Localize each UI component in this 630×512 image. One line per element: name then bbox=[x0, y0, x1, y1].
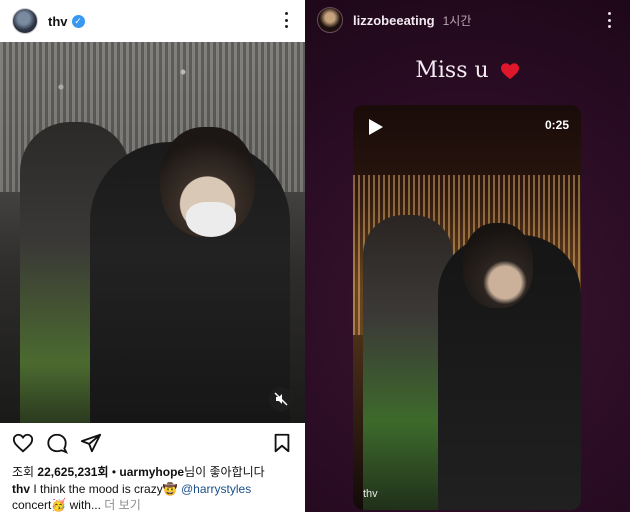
verified-icon: ✓ bbox=[71, 14, 85, 28]
caption-text: I think the mood is crazy🤠 bbox=[30, 482, 181, 496]
likes-line: 조회 22,625,231회 • uarmyhope님이 좋아합니다 bbox=[12, 463, 265, 480]
caption: thv I think the mood is crazy🤠 @harrysty… bbox=[12, 481, 302, 512]
likes-suffix: 님이 좋아합니다 bbox=[184, 465, 265, 479]
story-timestamp: 1시간 bbox=[442, 13, 472, 28]
share-icon[interactable] bbox=[80, 432, 102, 454]
views-prefix: 조회 bbox=[12, 465, 38, 479]
caption-more-link[interactable]: 더 보기 bbox=[101, 498, 140, 512]
comment-icon[interactable] bbox=[46, 432, 68, 454]
story-username[interactable]: lizzobeeating bbox=[353, 13, 435, 28]
avatar[interactable] bbox=[12, 8, 38, 34]
post-actions bbox=[0, 423, 305, 461]
more-icon[interactable] bbox=[279, 10, 293, 30]
caption-text-2: concert🥳 with... bbox=[12, 498, 101, 512]
person-head bbox=[463, 223, 533, 308]
post-video[interactable] bbox=[0, 42, 305, 423]
screenshot-composite: thv ✓ 조회 22,625,231회 • uarmyhope님이 좋아합니다… bbox=[0, 0, 630, 512]
video-watermark: thv bbox=[363, 488, 378, 500]
story-caption: Miss u bbox=[415, 58, 489, 83]
play-icon[interactable] bbox=[365, 117, 385, 137]
caption-username[interactable]: thv bbox=[12, 482, 30, 496]
bookmark-icon[interactable] bbox=[271, 432, 293, 454]
video-duration: 0:25 bbox=[544, 118, 569, 132]
shared-video[interactable]: 0:25 thv bbox=[353, 105, 581, 510]
caption-mention[interactable]: @harrystyles bbox=[181, 482, 251, 496]
mute-icon[interactable] bbox=[269, 387, 293, 411]
likes-separator: • bbox=[108, 465, 120, 479]
story-overlay-text: Miss u bbox=[305, 58, 630, 83]
more-icon[interactable] bbox=[602, 10, 616, 30]
instagram-story: lizzobeeating 1시간 Miss u 0:25 thv bbox=[305, 0, 630, 512]
heart-icon[interactable] bbox=[12, 432, 34, 454]
heart-emoji-icon bbox=[500, 63, 519, 80]
story-header: lizzobeeating 1시간 bbox=[305, 0, 630, 40]
face-mask bbox=[186, 202, 236, 237]
story-avatar[interactable] bbox=[317, 7, 343, 33]
instagram-post: thv ✓ 조회 22,625,231회 • uarmyhope님이 좋아합니다… bbox=[0, 0, 305, 512]
views-count: 22,625,231회 bbox=[37, 465, 109, 479]
post-username[interactable]: thv bbox=[48, 14, 68, 29]
post-header: thv ✓ bbox=[0, 0, 305, 42]
liked-by-user[interactable]: uarmyhope bbox=[119, 465, 184, 479]
